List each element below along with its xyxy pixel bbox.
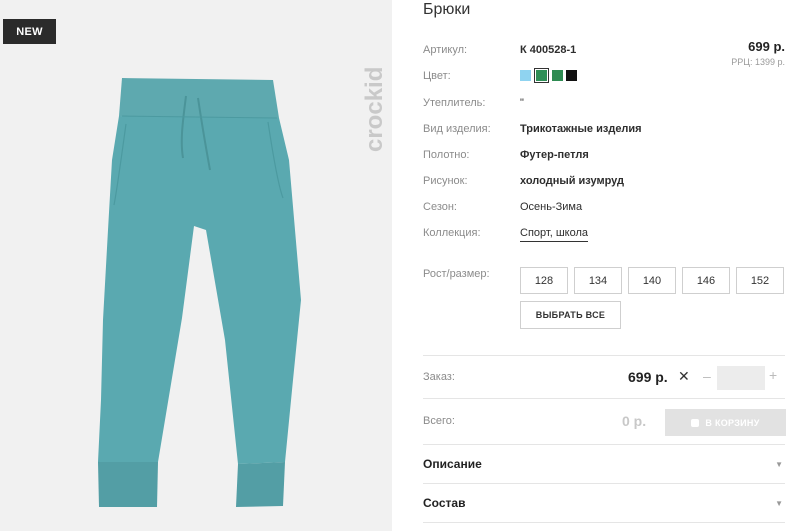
size-label: Рост/размер: [423,268,490,280]
color-swatch-icon[interactable] [566,70,577,81]
attr-value-fabric: Футер-петля [520,149,589,161]
cart-icon [691,418,700,427]
decrement-button[interactable]: – [703,368,711,384]
divider [423,522,785,523]
size-option-button[interactable]: 134 [574,267,622,294]
total-value: 0 р. [622,413,647,429]
attr-value-article: К 400528-1 [520,44,577,56]
pants-image [98,78,301,507]
brand-logo-text: crockid [362,67,388,152]
add-to-cart-button[interactable]: В КОРЗИНУ [665,409,786,436]
page-title: Брюки [423,1,471,18]
rrp-price: РРЦ: 1399 р. [731,57,785,67]
size-option-button[interactable]: 128 [520,267,568,294]
size-option-button[interactable]: 152 [736,267,784,294]
quantity-input[interactable] [717,366,765,390]
color-swatch-icon[interactable] [534,68,549,83]
attr-value-insulation: " [520,97,524,109]
attr-label-insulation: Утеплитель: [423,97,486,109]
add-to-cart-label: В КОРЗИНУ [705,417,760,428]
collection-link[interactable]: Спорт, школа [520,227,588,242]
accordion-composition[interactable]: Состав [423,496,465,510]
attr-label-pattern: Рисунок: [423,175,468,187]
select-all-button[interactable]: ВЫБРАТЬ ВСЕ [520,301,621,329]
attr-value-pattern: холодный изумруд [520,175,625,187]
chevron-down-icon[interactable]: ▼ [775,499,783,508]
attr-label-color: Цвет: [423,70,451,82]
attr-label-fabric: Полотно: [423,149,470,161]
product-photo: NEW crockid [0,0,392,531]
color-swatch-icon[interactable] [520,70,531,81]
size-option-button[interactable]: 146 [682,267,730,294]
color-swatch-icon[interactable] [552,70,563,81]
brand-logo: crockid [362,67,388,152]
divider [423,355,785,356]
attr-label-type: Вид изделия: [423,123,491,135]
order-price: 699 р. [628,369,668,385]
remove-icon[interactable]: ✕ [678,368,690,385]
divider [423,483,785,484]
attr-value-type: Трикотажные изделия [520,123,642,135]
divider [423,444,785,445]
attr-label-article: Артикул: [423,44,468,56]
chevron-down-icon[interactable]: ▼ [775,460,783,469]
product-details: Брюки 699 р. РРЦ: 1399 р. Артикул: К 400… [392,0,800,531]
color-swatches [520,68,577,83]
divider [423,398,785,399]
size-option-button[interactable]: 140 [628,267,676,294]
product-price: 699 р. [748,39,785,54]
attr-label-collection: Коллекция: [423,227,481,239]
increment-button[interactable]: + [769,367,777,383]
total-label: Всего: [423,415,455,427]
attr-label-season: Сезон: [423,201,457,213]
accordion-description[interactable]: Описание [423,457,482,471]
attr-value-season: Осень-Зима [520,201,583,213]
new-badge: NEW [3,19,56,44]
order-label: Заказ: [423,371,455,383]
